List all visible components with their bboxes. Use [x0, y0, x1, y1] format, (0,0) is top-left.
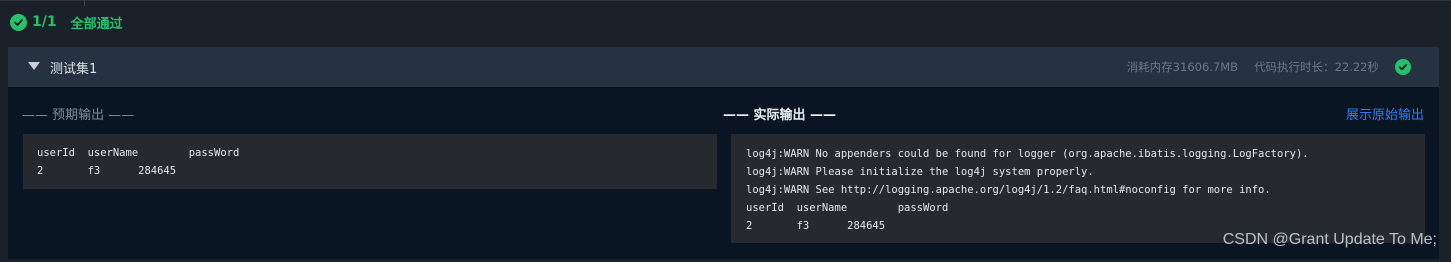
watermark: CSDN @Grant Update To Me;	[1222, 231, 1437, 248]
show-raw-output-link[interactable]: 展示原始输出	[1346, 104, 1424, 123]
result-summary: 1/1 全部通过	[10, 12, 123, 32]
pass-count: 1/1	[32, 14, 57, 30]
check-circle-icon	[1395, 59, 1411, 75]
expected-output-line: 2 f3 284645	[37, 165, 177, 177]
actual-output-line: log4j:WARN No appenders could be found f…	[746, 148, 1309, 160]
exec-time-value: 22.22秒	[1334, 60, 1379, 74]
memory-usage: 消耗内存31606.7MB	[1126, 60, 1239, 74]
top-divider	[0, 0, 1451, 1]
tab-divider	[84, 0, 85, 6]
testset-header[interactable]: 测试集1 消耗内存31606.7MB 代码执行时长： 22.22秒	[8, 47, 1439, 87]
testset-stats: 消耗内存31606.7MB 代码执行时长： 22.22秒	[1127, 47, 1411, 87]
caret-down-icon[interactable]	[28, 62, 40, 70]
pass-status: 全部通过	[70, 16, 123, 32]
expected-output-title: —— 预期输出 ——	[22, 108, 135, 123]
check-circle-icon	[10, 13, 27, 31]
actual-output-box: log4j:WARN No appenders could be found f…	[731, 134, 1425, 243]
actual-output-title: —— 实际输出 ——	[723, 108, 837, 123]
actual-output-line: log4j:WARN Please initialize the log4j s…	[746, 166, 1094, 178]
expected-output-box: userId userName passWord 2 f3 284645	[23, 134, 717, 189]
exec-time-label: 代码执行时长：	[1254, 60, 1335, 74]
actual-output-line: log4j:WARN See http://logging.apache.org…	[746, 184, 1271, 196]
expected-output-line: userId userName passWord	[37, 147, 240, 159]
judge-result-page: 1/1 全部通过 测试集1 消耗内存31606.7MB 代码执行时长： 22.2…	[0, 0, 1451, 262]
actual-output-line: 2 f3 284645	[746, 220, 886, 232]
actual-output-line: userId userName passWord	[746, 202, 949, 214]
testset-title: 测试集1	[50, 62, 98, 77]
